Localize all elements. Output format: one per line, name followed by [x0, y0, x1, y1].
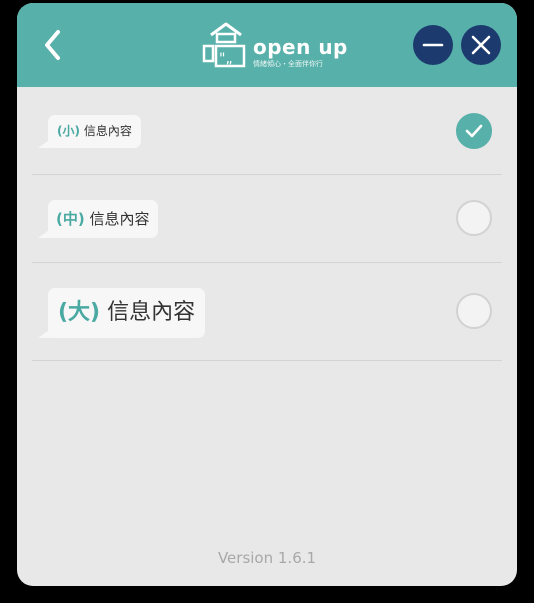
- size-tag: (大): [58, 300, 101, 325]
- message-bubble-preview: (大) 信息內容: [37, 288, 206, 338]
- brand-tagline: 情緒傾心・全面伴你行: [253, 60, 323, 68]
- message-bubble-preview: (中) 信息內容: [38, 200, 158, 238]
- close-button[interactable]: [461, 25, 501, 65]
- app-logo: "„ open up 情緒傾心・全面伴你行: [201, 21, 347, 71]
- font-size-option-medium[interactable]: (中) 信息內容: [32, 175, 502, 263]
- header-bar: "„ open up 情緒傾心・全面伴你行: [17, 3, 517, 87]
- message-text: 信息內容: [89, 210, 150, 228]
- radio-unselected[interactable]: [456, 200, 492, 236]
- radio-unselected[interactable]: [456, 293, 492, 329]
- minimize-button[interactable]: [413, 25, 453, 65]
- message-text: 信息內容: [107, 300, 196, 325]
- radio-selected[interactable]: [456, 113, 492, 149]
- message-bubble-preview: (小) 信息內容: [38, 115, 141, 148]
- font-size-option-small[interactable]: (小) 信息內容: [32, 91, 502, 175]
- message-text: 信息內容: [83, 124, 132, 138]
- size-tag: (小): [57, 124, 80, 138]
- checkmark-icon: [465, 124, 483, 138]
- size-tag: (中): [56, 210, 85, 228]
- settings-window: "„ open up 情緒傾心・全面伴你行 (小) 信息內容 (中) 信息內容 …: [17, 3, 517, 586]
- back-button[interactable]: [39, 27, 69, 63]
- chevron-left-icon: [45, 30, 60, 60]
- brand-name: open up: [253, 35, 348, 59]
- close-icon: [471, 35, 491, 55]
- house-speech-icon: "„: [202, 22, 246, 68]
- svg-text:"„: "„: [219, 51, 233, 67]
- version-label: Version 1.6.1: [217, 549, 317, 567]
- font-size-option-large[interactable]: (大) 信息內容: [32, 263, 502, 361]
- minus-icon: [422, 43, 444, 47]
